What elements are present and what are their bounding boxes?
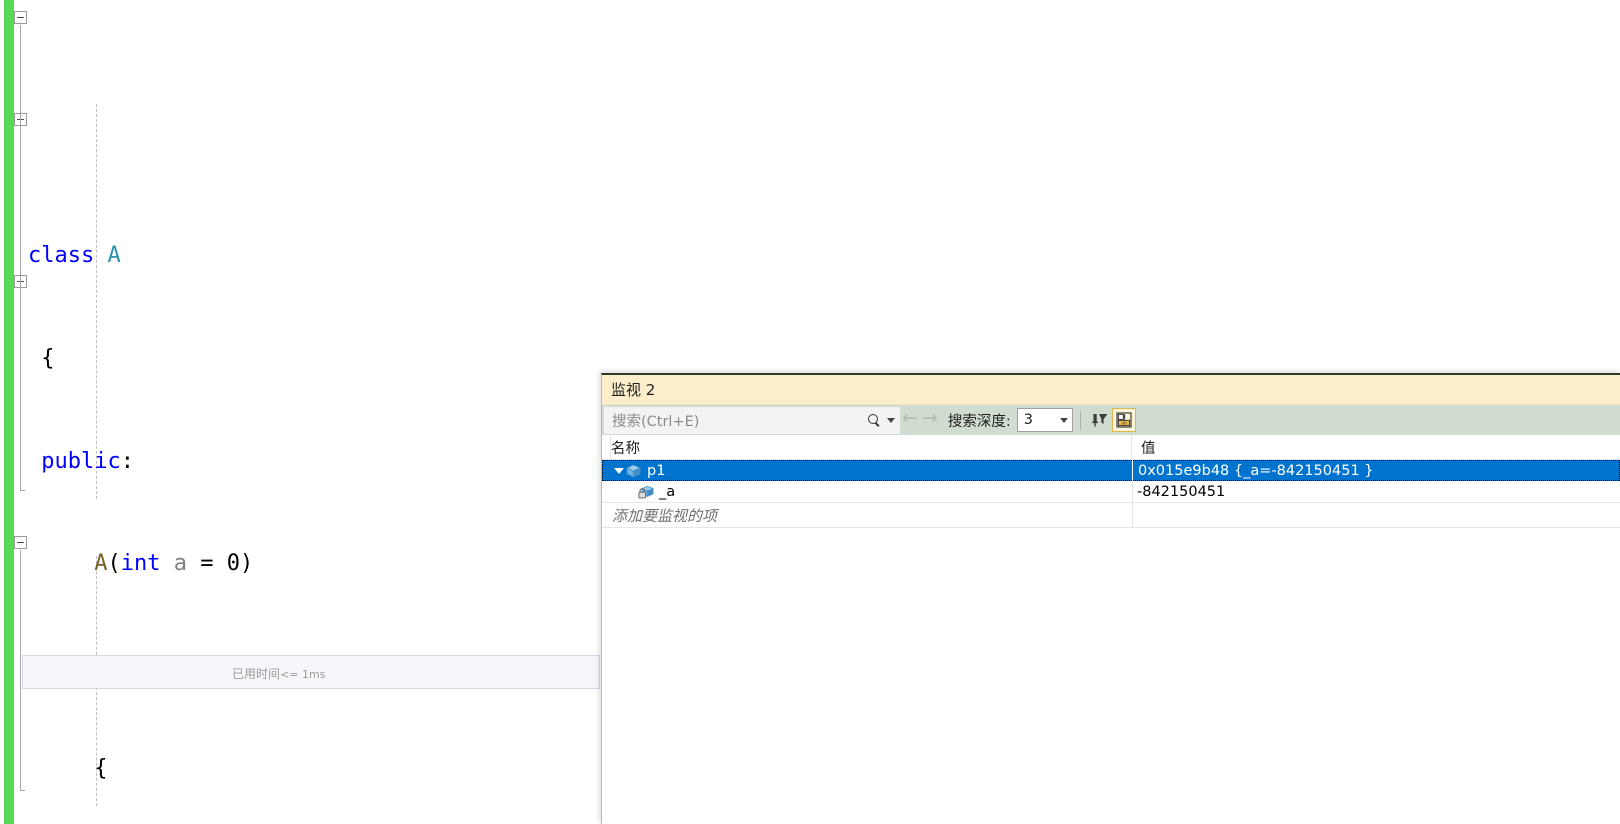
search-previous-arrow-icon[interactable]: ← (902, 409, 918, 431)
watch-row-name-cell[interactable]: _a (602, 481, 1132, 502)
search-depth-select[interactable]: 3 (1017, 408, 1073, 432)
code-line-2: { (22, 342, 1620, 376)
search-depth-value: 3 (1024, 412, 1033, 428)
column-header-grip (602, 435, 611, 460)
ide-window: class A { public: A(int a = 0) : _a(a) {… (0, 0, 1620, 824)
search-placeholder-text: 搜索(Ctrl+E) (612, 410, 867, 431)
toolbar-separator (1080, 411, 1081, 430)
elapsed-time-annotation: 已用时间<= 1ms (232, 665, 325, 682)
watch-row-value: -842150451 (1137, 484, 1225, 500)
watch-titlebar[interactable]: 监视 2 (602, 375, 1620, 405)
watch-toolbar[interactable]: 搜索(Ctrl+E) ← → 搜索深度: 3 (602, 405, 1620, 435)
object-cube-icon (626, 464, 641, 478)
column-header-value[interactable]: 值 (1132, 435, 1620, 460)
add-watch-placeholder: 添加要监视的项 (612, 505, 717, 526)
outline-line-main (20, 550, 21, 790)
editor-change-bar (4, 0, 14, 824)
search-options-chevron-down-icon[interactable] (887, 418, 895, 423)
table-row[interactable]: p1 0x015e9b48 {_a=-842150451 } (602, 460, 1620, 481)
private-field-lock-icon (638, 485, 653, 499)
search-icon[interactable] (867, 413, 882, 428)
add-watch-row[interactable]: 添加要监视的项 (602, 502, 1620, 528)
watch-row-value: 0x015e9b48 {_a=-842150451 } (1138, 463, 1374, 479)
chevron-down-icon[interactable] (1060, 418, 1068, 423)
watch-row-value-cell[interactable]: 0x015e9b48 {_a=-842150451 } (1132, 460, 1620, 481)
watch-row-value-cell[interactable]: -842150451 (1132, 481, 1620, 502)
watch-row-name-cell[interactable]: p1 (602, 460, 1132, 481)
watch-window-title: 监视 2 (611, 379, 655, 400)
expander-placeholder (612, 481, 626, 502)
indent-guide-1 (96, 104, 97, 499)
elapsed-time-value: <= 1ms (280, 668, 325, 681)
table-row[interactable]: _a -842150451 (602, 481, 1620, 502)
filter-pin-icon[interactable] (1088, 408, 1112, 432)
elapsed-time-label: 已用时间 (232, 667, 280, 681)
watch-tool-window[interactable]: 监视 2 搜索(Ctrl+E) ← → 搜索深度: 3 (601, 373, 1620, 824)
code-line-1: class A (22, 239, 1620, 273)
search-input[interactable]: 搜索(Ctrl+E) (604, 407, 900, 434)
hex-display-icon[interactable]: ab (1112, 408, 1136, 432)
outline-line-class (20, 25, 21, 490)
watch-rows-container[interactable]: p1 0x015e9b48 {_a=-842150451 } (602, 460, 1620, 800)
svg-text:ab: ab (1121, 421, 1127, 427)
search-depth-label: 搜索深度: (948, 410, 1011, 431)
watch-row-name: _a (659, 484, 675, 500)
watch-row-name: p1 (647, 463, 665, 479)
expand-collapse-triangle-icon[interactable] (612, 460, 626, 481)
column-header-name[interactable]: 名称 (602, 435, 1132, 460)
watch-column-headers[interactable]: 名称 值 (602, 435, 1620, 460)
search-next-arrow-icon[interactable]: → (922, 409, 938, 431)
